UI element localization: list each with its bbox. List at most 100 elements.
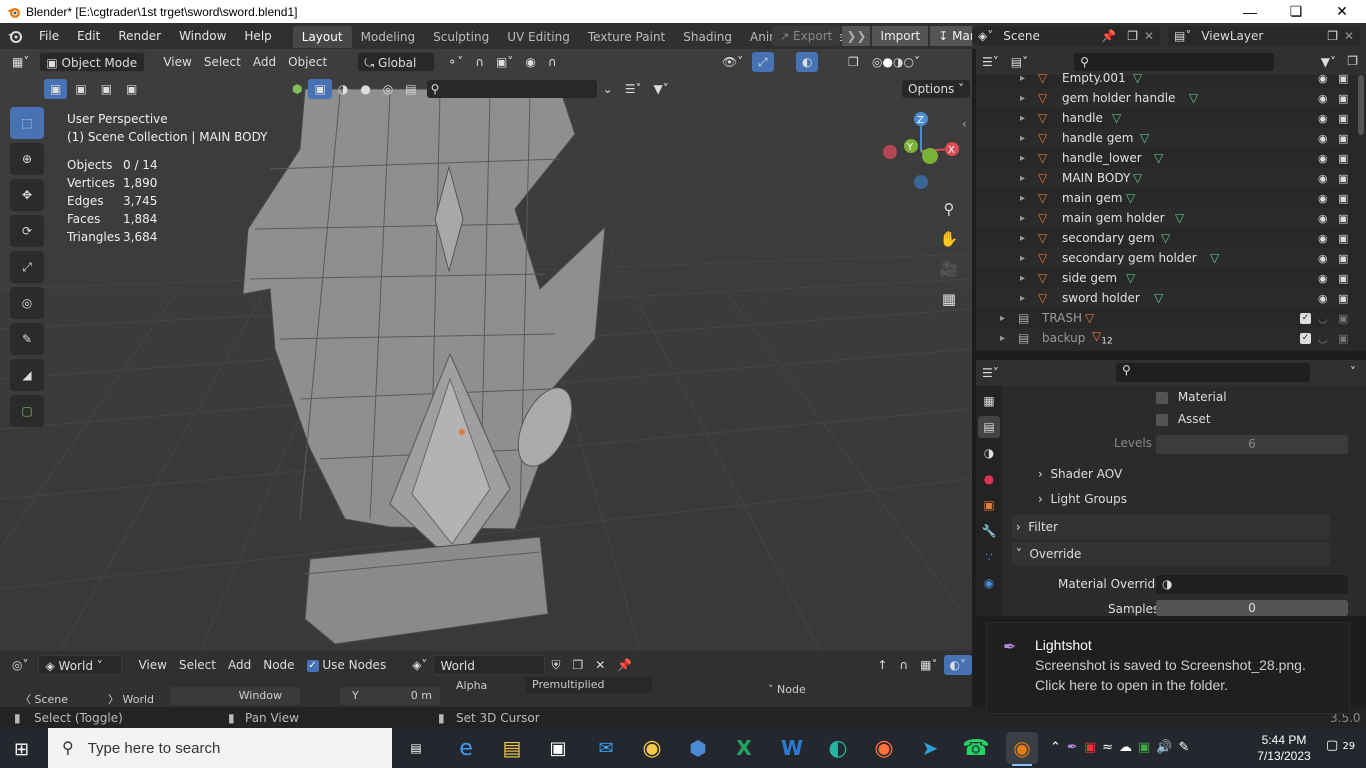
outliner-item[interactable]: ▸ ▽ secondary gem holder ▽ ◉ ▣ bbox=[976, 248, 1348, 268]
filter-icon[interactable]: ▼˅ bbox=[647, 79, 674, 99]
node-sidebar-panel[interactable]: ˅ Node bbox=[760, 677, 972, 703]
mail-icon[interactable]: ✉ bbox=[590, 732, 622, 764]
firefox-icon[interactable]: ◉ bbox=[868, 732, 900, 764]
taskbar-search-box[interactable]: ⚲ Type here to search bbox=[48, 728, 392, 768]
menu-render[interactable]: Render bbox=[109, 23, 170, 49]
outliner-item[interactable]: ▸ ▽ MAIN BODY ▽ ◉ ▣ bbox=[976, 168, 1348, 188]
zoom-icon[interactable]: ⚲ bbox=[934, 194, 964, 224]
outliner-scrollbar[interactable] bbox=[1358, 75, 1364, 135]
shading-modes[interactable]: ◎●◑○˅ bbox=[866, 52, 926, 72]
render-camera-icon[interactable]: ▣ bbox=[1338, 292, 1348, 305]
render-camera-icon[interactable]: ▣ bbox=[1338, 72, 1348, 85]
annotate-tool[interactable]: ✎ bbox=[10, 323, 44, 355]
wireframe-shading-icon[interactable]: ◎ bbox=[872, 55, 882, 69]
excel-icon[interactable]: X bbox=[728, 732, 760, 764]
data-filter-icon[interactable]: ▤ bbox=[399, 79, 422, 99]
ortho-grid-icon[interactable]: ▦ bbox=[934, 284, 964, 314]
y-field[interactable]: Y0 m bbox=[340, 687, 440, 705]
samples-field[interactable]: 0 bbox=[1156, 600, 1348, 616]
word-icon[interactable]: W bbox=[776, 732, 808, 764]
import-button[interactable]: Import bbox=[872, 26, 929, 46]
chrome-icon[interactable]: ◉ bbox=[636, 732, 668, 764]
select-extend-icon[interactable]: ▣ bbox=[69, 79, 92, 99]
pan-hand-icon[interactable]: ✋ bbox=[934, 224, 964, 254]
pivot-icon[interactable]: ⚬˅ bbox=[441, 52, 469, 72]
visibility-eye-icon[interactable]: ◉ bbox=[1318, 272, 1328, 285]
mesh-data-icon[interactable]: ▽ bbox=[1161, 231, 1170, 245]
select-new-icon[interactable]: ▣ bbox=[44, 79, 68, 99]
menu-add[interactable]: Add bbox=[247, 52, 282, 72]
3d-viewport[interactable]: ▦˅ ▣ Object Mode View Select Add Object … bbox=[0, 49, 972, 651]
expand-arrow-icon[interactable]: ▸ bbox=[1020, 153, 1025, 164]
cursor-tool[interactable]: ⊕ bbox=[10, 143, 44, 175]
override-panel[interactable]: ˅ Override bbox=[1012, 542, 1330, 566]
fake-user-icon[interactable]: ⛨ bbox=[545, 655, 566, 675]
visibility-eye-icon[interactable]: ◉ bbox=[1318, 192, 1328, 205]
outliner-item[interactable]: ▸ ▽ side gem ▽ ◉ ▣ bbox=[976, 268, 1348, 288]
world-name-field[interactable]: World bbox=[433, 655, 546, 675]
expand-arrow-icon[interactable]: ▸ bbox=[1020, 293, 1025, 304]
scale-tool[interactable]: ⤢ bbox=[10, 251, 44, 283]
outliner-item[interactable]: ▸ ▽ main gem ▽ ◉ ▣ bbox=[976, 188, 1348, 208]
app-diamond-icon[interactable]: ⬢ bbox=[682, 732, 714, 764]
delete-scene-icon[interactable]: ✕ bbox=[1144, 29, 1154, 43]
mesh-data-icon[interactable]: ▽ bbox=[1154, 151, 1163, 165]
expand-arrow-icon[interactable]: ▸ bbox=[1020, 133, 1025, 144]
object-data-icon[interactable]: ▽ bbox=[1085, 311, 1094, 325]
outliner-item[interactable]: ▸ ▽ main gem holder ▽ ◉ ▣ bbox=[976, 208, 1348, 228]
minimize-button[interactable]: — bbox=[1227, 0, 1273, 23]
sort-icon[interactable]: ⌄ bbox=[597, 79, 619, 99]
snap-mode-icon[interactable]: ▦˅ bbox=[914, 655, 943, 675]
render-camera-icon[interactable]: ▣ bbox=[1338, 252, 1348, 265]
render-camera-icon[interactable]: ▣ bbox=[1338, 332, 1348, 345]
mesh-data-icon[interactable]: ▽ bbox=[1112, 111, 1121, 125]
new-collection-icon[interactable]: ❐ bbox=[1347, 54, 1358, 68]
properties-editor-icon[interactable]: ☰˅ bbox=[976, 366, 1005, 380]
restore-button[interactable]: ❏ bbox=[1273, 0, 1319, 23]
snap-icon[interactable]: ∩ bbox=[469, 52, 490, 72]
camera-icon[interactable]: 🎥 bbox=[934, 254, 964, 284]
material-shading-icon[interactable]: ◑ bbox=[893, 55, 903, 69]
pin-icon[interactable]: 📌 bbox=[611, 655, 638, 675]
outliner-editor-icon[interactable]: ☰˅ bbox=[976, 55, 1005, 69]
exclude-checkbox[interactable]: ✓ bbox=[1300, 332, 1311, 344]
tray-pen-icon[interactable]: ✎ bbox=[1179, 740, 1190, 758]
object-tab-icon[interactable]: ▣ bbox=[978, 494, 1000, 516]
visibility-eye-icon[interactable]: ◉ bbox=[1318, 132, 1328, 145]
exclude-checkbox[interactable]: ✓ bbox=[1300, 312, 1311, 324]
expand-arrow-icon[interactable]: ▸ bbox=[1020, 213, 1025, 224]
visibility-eye-icon[interactable]: ◡ bbox=[1318, 332, 1328, 345]
menu-file[interactable]: File bbox=[30, 23, 68, 49]
tray-app-icon[interactable]: ▣ bbox=[1138, 740, 1150, 758]
proportional-edit-icon[interactable]: ◉ bbox=[519, 52, 541, 72]
tool-tab-icon[interactable]: ▦ bbox=[978, 390, 1000, 412]
expand-arrow-icon[interactable]: ▸ bbox=[1020, 173, 1025, 184]
tray-pdf-icon[interactable]: ▣ bbox=[1084, 740, 1096, 758]
menu-select[interactable]: Select bbox=[198, 52, 247, 72]
filter-panel[interactable]: › Filter bbox=[1012, 515, 1330, 539]
snap-target-icon[interactable]: ▣˅ bbox=[490, 52, 519, 72]
menu-object[interactable]: Object bbox=[282, 52, 333, 72]
clock[interactable]: 5:44 PM 7/13/2023 bbox=[1254, 732, 1314, 764]
shader-aov-panel[interactable]: › Shader AOV bbox=[1038, 467, 1122, 481]
transform-tool[interactable]: ◎ bbox=[10, 287, 44, 319]
visibility-eye-icon[interactable]: ◉ bbox=[1318, 92, 1328, 105]
tab-uv-editing[interactable]: UV Editing bbox=[498, 26, 579, 48]
rotate-tool[interactable]: ⟳ bbox=[10, 215, 44, 247]
breadcrumb-world[interactable]: 〉 World bbox=[108, 691, 154, 707]
render-camera-icon[interactable]: ▣ bbox=[1338, 112, 1348, 125]
tray-network-icon[interactable]: ≈ bbox=[1102, 740, 1113, 758]
visibility-eye-icon[interactable]: ◉ bbox=[1318, 152, 1328, 165]
edge-legacy-icon[interactable]: e bbox=[450, 732, 482, 764]
menu-window[interactable]: Window bbox=[170, 23, 235, 49]
move-tool[interactable]: ✥ bbox=[10, 179, 44, 211]
render-camera-icon[interactable]: ▣ bbox=[1338, 172, 1348, 185]
material-override-field[interactable]: ◑ bbox=[1156, 575, 1348, 594]
mesh-filter-icon[interactable]: ▣ bbox=[308, 79, 332, 99]
scene-selector[interactable]: ◈˅ Scene 📌 ❐ ✕ bbox=[972, 26, 1160, 46]
tab-layout[interactable]: Layout bbox=[292, 26, 352, 48]
gizmo-toggle-icon[interactable]: ⤢ bbox=[752, 52, 774, 72]
viewport-search-input[interactable]: ⚲ bbox=[426, 80, 597, 98]
edge-icon[interactable]: ◐ bbox=[822, 732, 854, 764]
visibility-eye-icon[interactable]: ◉ bbox=[1318, 172, 1328, 185]
